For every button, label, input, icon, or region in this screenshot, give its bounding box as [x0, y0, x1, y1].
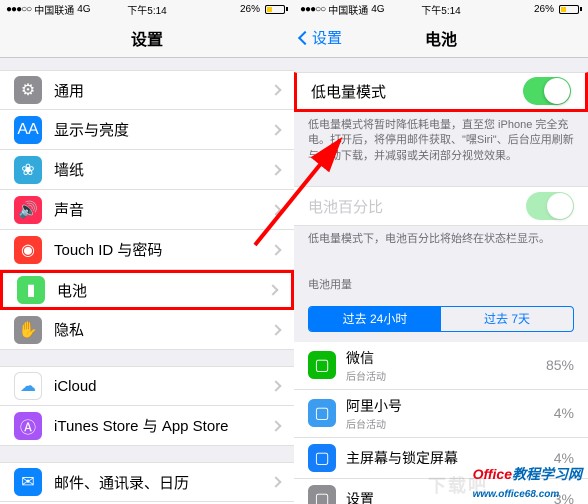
row-label: 通用: [54, 80, 272, 101]
tab-24h[interactable]: 过去 24小时: [309, 307, 441, 331]
low-power-desc: 低电量模式将暂时降低耗电量，直至您 iPhone 完全充电。打开后，将停用邮件获…: [294, 112, 588, 170]
row-label: 邮件、通讯录、日历: [54, 472, 272, 493]
back-button[interactable]: 设置: [300, 27, 342, 48]
site-watermark: Office教程学习网 www.office68.com: [473, 464, 582, 500]
usage-row[interactable]: ▢ 微信后台活动 85%: [294, 342, 588, 390]
settings-row[interactable]: ◉ Touch ID 与密码: [0, 230, 294, 270]
app-name: 阿里小号: [346, 396, 554, 416]
settings-row[interactable]: ⚙ 通用: [0, 70, 294, 110]
settings-row[interactable]: ✋ 隐私: [0, 310, 294, 350]
chevron-right-icon: [270, 476, 281, 487]
chevron-right-icon: [270, 164, 281, 175]
battery-percent-cell: 电池百分比: [294, 186, 588, 226]
settings-row[interactable]: ❀ 墙纸: [0, 150, 294, 190]
row-label: 电池: [57, 280, 269, 301]
chevron-left-icon: [298, 30, 312, 44]
usage-percent: 85%: [546, 357, 574, 373]
status-time: 下午5:14: [127, 2, 166, 17]
tab-7d[interactable]: 过去 7天: [441, 307, 573, 331]
page-title: 设置: [131, 26, 163, 50]
usage-header: 电池用量: [294, 270, 588, 296]
battery-percent-toggle: [526, 192, 574, 220]
right-pane: ●●●○○ 中国联通 4G 下午5:14 26% 设置 电池 低电量模式 低电量…: [294, 0, 588, 504]
app-activity: 后台活动: [346, 368, 546, 383]
settings-row[interactable]: AA 显示与亮度: [0, 110, 294, 150]
itunes-icon: Ⓐ: [14, 412, 42, 440]
chevron-right-icon: [270, 84, 281, 95]
settings-row[interactable]: ▮ 电池: [0, 270, 294, 310]
chevron-right-icon: [270, 420, 281, 431]
settings-row[interactable]: ✉ 邮件、通讯录、日历: [0, 462, 294, 502]
privacy-icon: ✋: [14, 316, 42, 344]
battery-icon: [557, 5, 582, 14]
battery-icon: [263, 5, 288, 14]
app-name: 微信: [346, 348, 546, 368]
chevron-right-icon: [270, 324, 281, 335]
nav-bar: 设置: [0, 18, 294, 58]
status-bar: ●●●○○ 中国联通 4G 下午5:14 26%: [0, 0, 294, 18]
battery-percent-label: 电池百分比: [308, 196, 526, 217]
battery-percent-desc: 低电量模式下，电池百分比将始终在状态栏显示。: [294, 226, 588, 253]
page-title: 电池: [425, 26, 457, 50]
row-label: iCloud: [54, 378, 272, 395]
battery-icon: ▮: [17, 276, 45, 304]
settings-row[interactable]: 🔊 声音: [0, 190, 294, 230]
low-power-toggle[interactable]: [523, 77, 571, 105]
network: 4G: [77, 4, 90, 15]
row-label: iTunes Store 与 App Store: [54, 415, 272, 436]
row-label: 显示与亮度: [54, 119, 272, 140]
icloud-icon: ☁: [14, 372, 42, 400]
low-power-label: 低电量模式: [311, 81, 523, 102]
app-activity: 后台活动: [346, 416, 554, 431]
signal-icon: ●●●○○: [6, 4, 31, 15]
app-icon: ▢: [308, 351, 336, 379]
wallpaper-icon: ❀: [14, 156, 42, 184]
app-icon: ▢: [308, 399, 336, 427]
row-label: 墙纸: [54, 159, 272, 180]
battery-pct: 26%: [240, 4, 260, 15]
time-segment[interactable]: 过去 24小时 过去 7天: [308, 306, 574, 332]
mail-icon: ✉: [14, 468, 42, 496]
settings-row[interactable]: Ⓐ iTunes Store 与 App Store: [0, 406, 294, 446]
row-label: Touch ID 与密码: [54, 239, 272, 260]
display-icon: AA: [14, 116, 42, 144]
status-bar: ●●●○○ 中国联通 4G 下午5:14 26%: [294, 0, 588, 18]
carrier: 中国联通: [34, 2, 74, 17]
app-icon: ▢: [308, 485, 336, 504]
usage-row[interactable]: ▢ 阿里小号后台活动 4%: [294, 390, 588, 438]
touchid-icon: ◉: [14, 236, 42, 264]
nav-bar: 设置 电池: [294, 18, 588, 58]
row-label: 声音: [54, 199, 272, 220]
sound-icon: 🔊: [14, 196, 42, 224]
app-icon: ▢: [308, 444, 336, 472]
signal-icon: ●●●○○: [300, 4, 325, 15]
chevron-right-icon: [270, 204, 281, 215]
chevron-right-icon: [270, 244, 281, 255]
left-pane: ●●●○○ 中国联通 4G 下午5:14 26% 设置 ⚙ 通用 AA 显示与亮…: [0, 0, 294, 504]
low-power-mode-cell[interactable]: 低电量模式: [294, 72, 588, 112]
chevron-right-icon: [270, 380, 281, 391]
usage-percent: 4%: [554, 405, 574, 421]
row-label: 隐私: [54, 319, 272, 340]
chevron-right-icon: [270, 124, 281, 135]
chevron-right-icon: [267, 284, 278, 295]
gear-icon: ⚙: [14, 76, 42, 104]
settings-row[interactable]: ☁ iCloud: [0, 366, 294, 406]
